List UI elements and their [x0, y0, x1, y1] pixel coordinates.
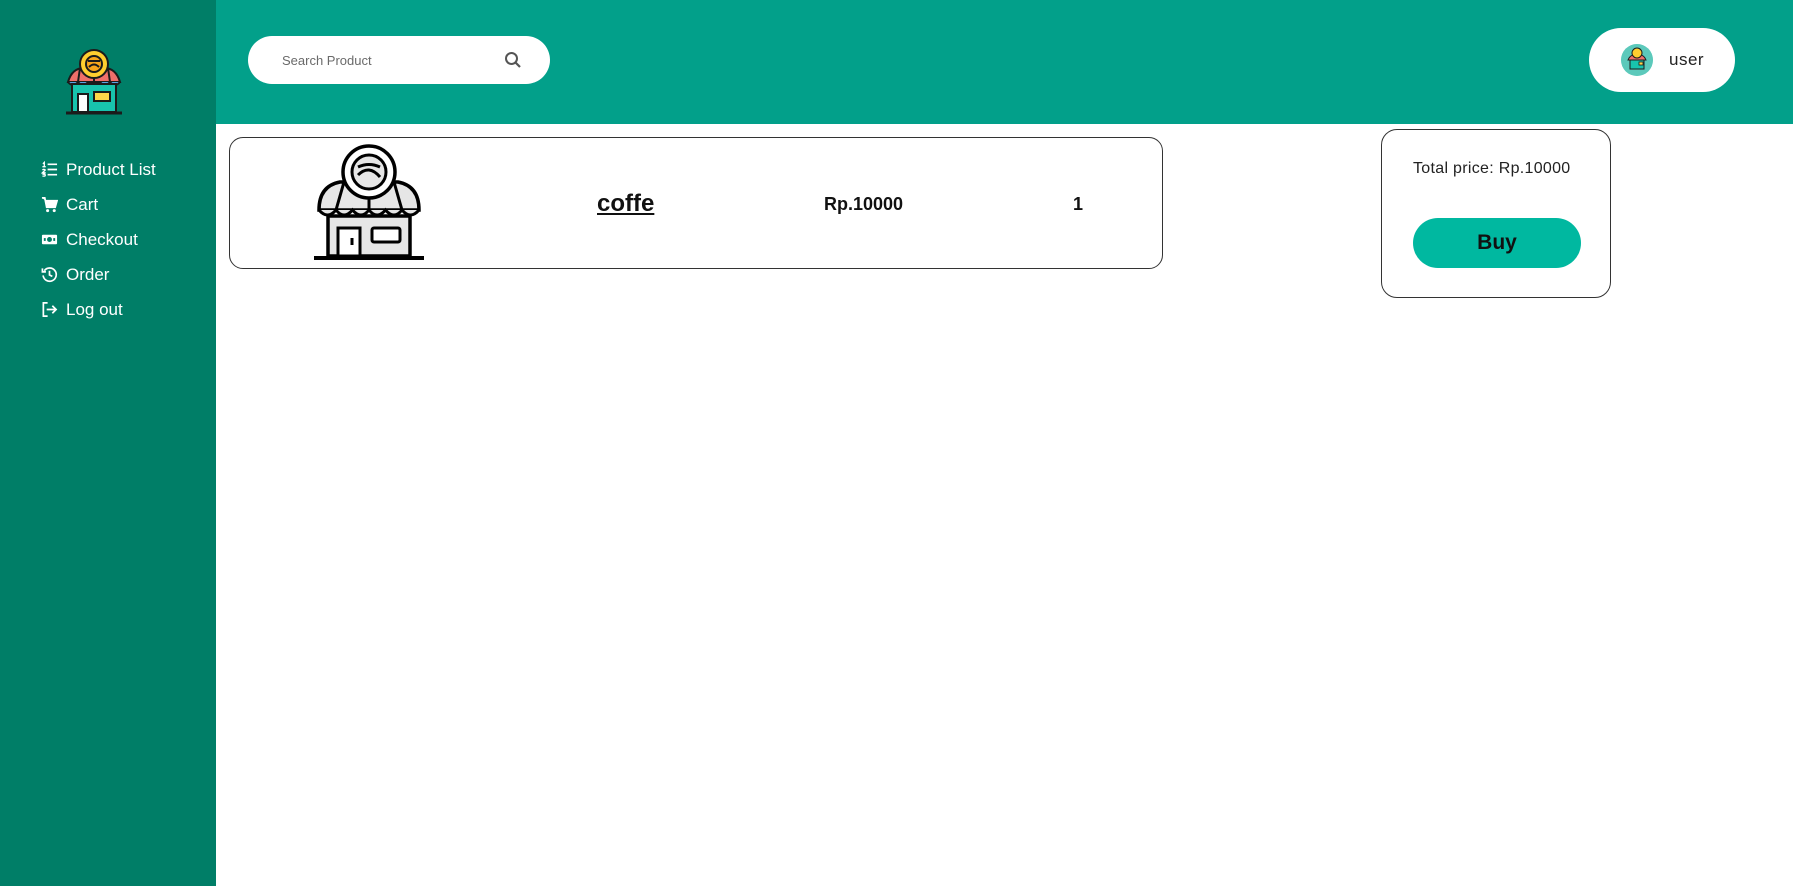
- sidebar-item-log-out[interactable]: Log out: [40, 292, 156, 327]
- shop-logo-icon[interactable]: [58, 46, 130, 118]
- list-icon: [40, 161, 58, 179]
- avatar: [1621, 44, 1653, 76]
- sidebar-item-product-list[interactable]: Product List: [40, 152, 156, 187]
- cart-item-row: coffe Rp.10000 1: [229, 137, 1163, 269]
- search-input[interactable]: [280, 51, 504, 69]
- history-icon: [40, 266, 58, 284]
- sidebar-item-checkout[interactable]: Checkout: [40, 222, 156, 257]
- sidebar-item-label: Cart: [66, 194, 99, 214]
- sidebar-item-cart[interactable]: Cart: [40, 187, 156, 222]
- sidebar-item-label: Checkout: [66, 229, 138, 249]
- user-menu[interactable]: user: [1589, 28, 1735, 92]
- search-icon[interactable]: [504, 51, 522, 69]
- product-quantity: 1: [1073, 194, 1084, 214]
- total-price: Total price: Rp.10000: [1413, 160, 1571, 177]
- sidebar-nav: Product List Cart Checkout Order Log out: [40, 152, 156, 327]
- cart-icon: [40, 196, 58, 214]
- top-header: user: [216, 0, 1793, 124]
- product-price: Rp.10000: [824, 194, 904, 214]
- user-name: user: [1669, 50, 1705, 69]
- money-icon: [40, 231, 58, 249]
- logout-icon: [40, 301, 58, 319]
- store-icon: [314, 144, 424, 262]
- product-name-link[interactable]: coffe: [597, 190, 654, 218]
- sidebar: Product List Cart Checkout Order Log out: [0, 0, 216, 886]
- order-summary: Total price: Rp.10000 Buy: [1381, 129, 1611, 298]
- sidebar-item-label: Order: [66, 264, 110, 284]
- sidebar-item-order[interactable]: Order: [40, 257, 156, 292]
- buy-button[interactable]: Buy: [1413, 218, 1581, 268]
- search-bar: [248, 36, 550, 84]
- sidebar-item-label: Product List: [66, 159, 156, 179]
- sidebar-item-label: Log out: [66, 299, 123, 319]
